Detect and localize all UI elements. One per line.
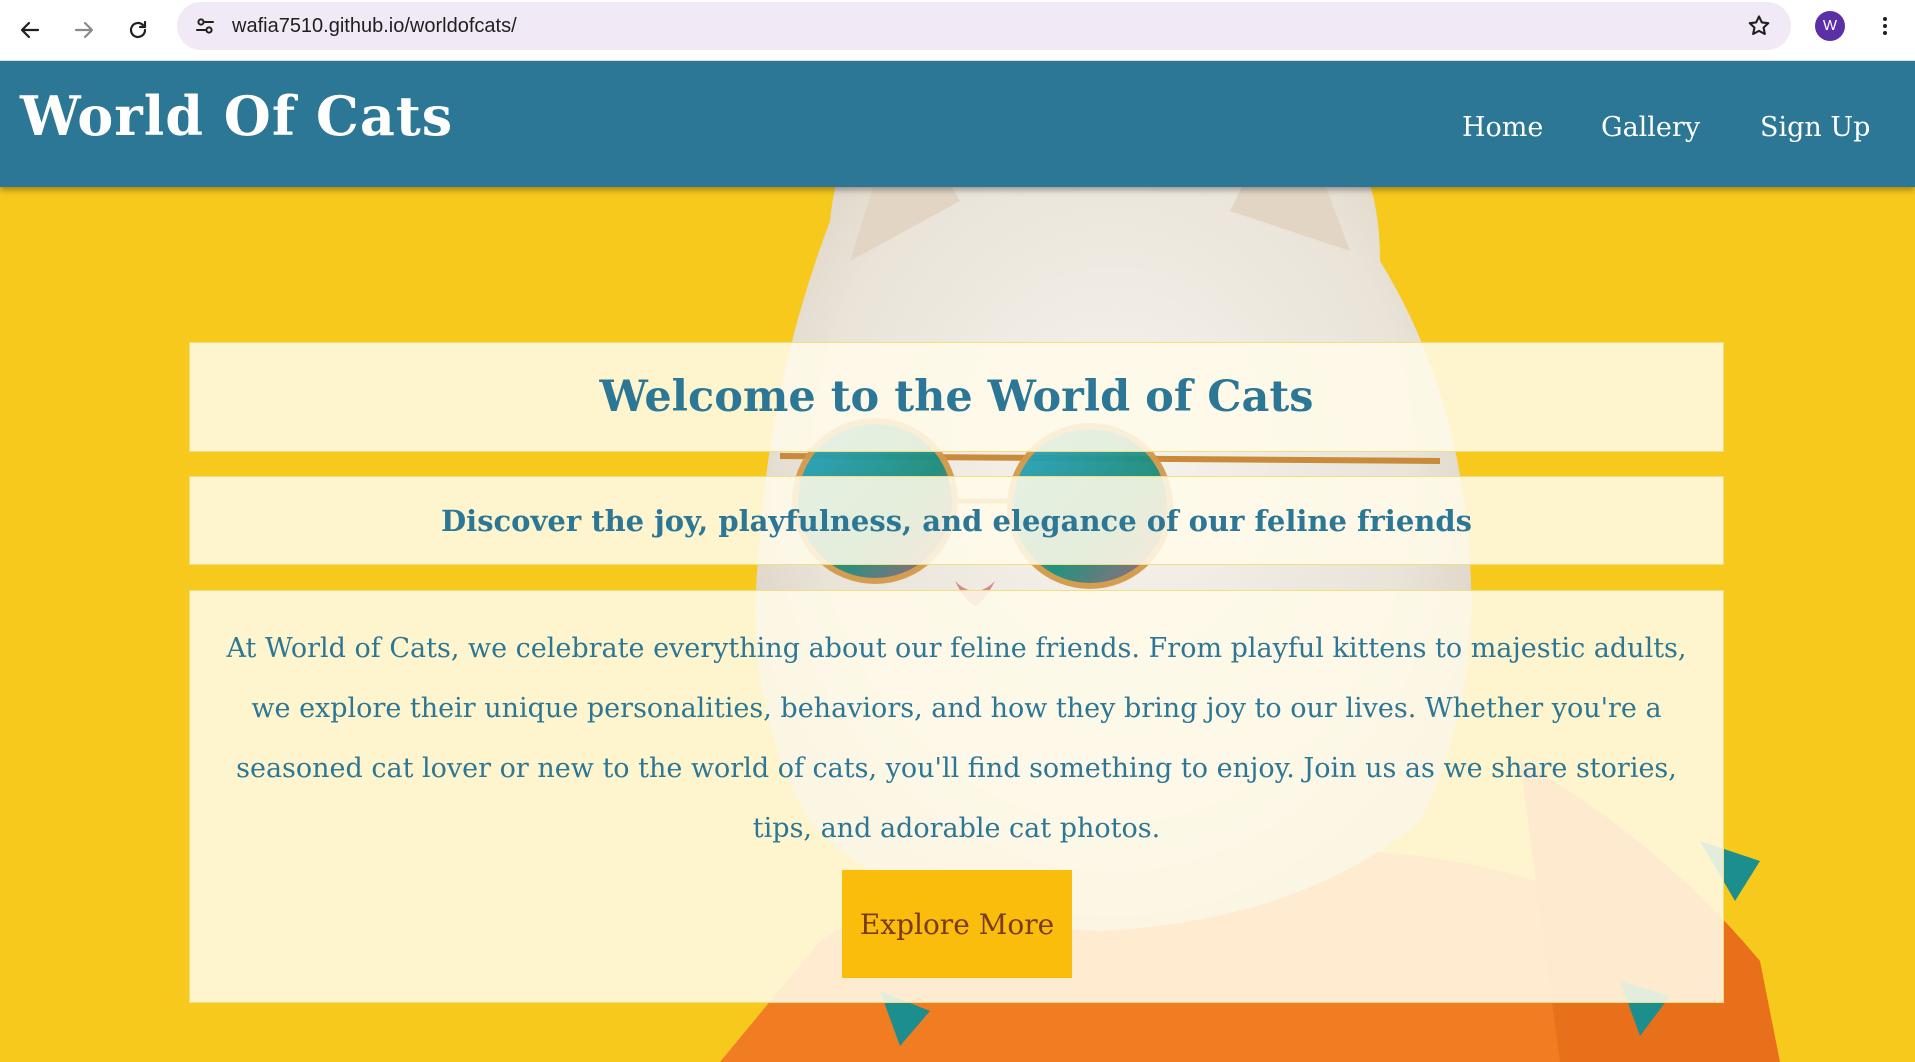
site-info-button[interactable] (187, 8, 223, 44)
site-settings-icon (196, 18, 214, 34)
nav-link-gallery[interactable]: Gallery (1601, 113, 1700, 143)
url-text[interactable]: wafia7510.github.io/worldofcats/ (232, 2, 517, 50)
site-header: World Of Cats Home Gallery Sign Up (0, 61, 1915, 187)
back-button[interactable] (8, 8, 52, 52)
tagline-panel: Discover the joy, playfulness, and elega… (189, 476, 1724, 565)
page-viewport: World Of Cats Home Gallery Sign Up Welco… (0, 61, 1915, 1062)
forward-button[interactable] (62, 8, 106, 52)
nav-link-sign-up[interactable]: Sign Up (1760, 113, 1870, 143)
star-icon (1748, 15, 1770, 36)
intro-panel: At World of Cats, we celebrate everythin… (189, 590, 1724, 1003)
back-arrow-icon (20, 21, 40, 39)
intro-paragraph: At World of Cats, we celebrate everythin… (226, 633, 1687, 844)
tagline-text: Discover the joy, playfulness, and elega… (441, 503, 1472, 538)
profile-avatar[interactable]: W (1815, 11, 1845, 41)
welcome-panel: Welcome to the World of Cats (189, 342, 1724, 452)
explore-more-button[interactable]: Explore More (842, 870, 1072, 978)
site-title[interactable]: World Of Cats (20, 85, 453, 147)
forward-arrow-icon (74, 21, 94, 39)
reload-icon (129, 20, 147, 39)
nav-link-home[interactable]: Home (1462, 113, 1543, 143)
reload-button[interactable] (116, 8, 160, 52)
browser-menu-button[interactable] (1865, 6, 1905, 46)
browser-toolbar: wafia7510.github.io/worldofcats/ W (0, 0, 1915, 61)
welcome-heading: Welcome to the World of Cats (599, 372, 1314, 422)
address-bar[interactable]: wafia7510.github.io/worldofcats/ (177, 2, 1791, 50)
bookmark-button[interactable] (1739, 6, 1779, 46)
kebab-menu-icon (1883, 17, 1887, 35)
